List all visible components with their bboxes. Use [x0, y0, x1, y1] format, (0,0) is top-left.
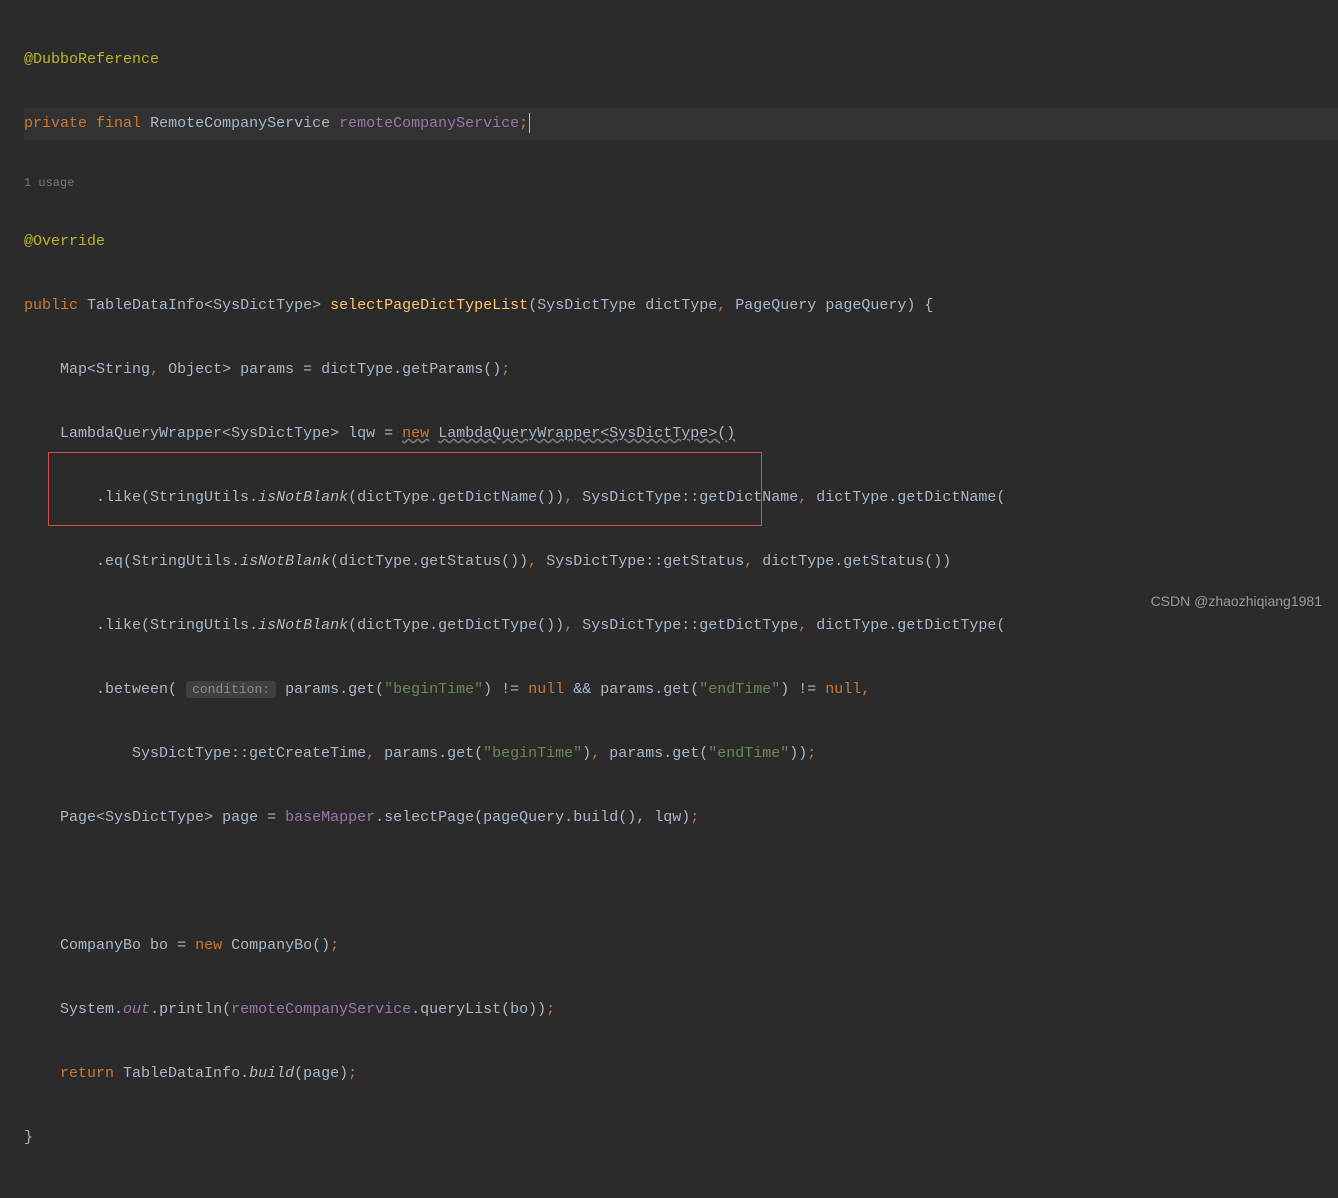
keyword: final [96, 115, 141, 132]
code-line[interactable]: Map<String, Object> params = dictType.ge… [24, 354, 1338, 386]
type: TableDataInfo [87, 297, 204, 314]
code-line[interactable]: Page<SysDictType> page = baseMapper.sele… [24, 802, 1338, 834]
static-field: out [123, 1001, 150, 1018]
annotation: @Override [24, 233, 105, 250]
usage-hint[interactable]: 1 usage [24, 172, 1338, 194]
keyword: private [24, 115, 87, 132]
code-editor[interactable]: @DubboReference private final RemoteComp… [0, 0, 1338, 1198]
code-line[interactable]: private final RemoteCompanyService remot… [24, 108, 1338, 140]
code-line[interactable]: System.out.println(remoteCompanyService.… [24, 994, 1338, 1026]
annotation: @DubboReference [24, 51, 159, 68]
code-line[interactable]: @Override [24, 226, 1338, 258]
space [141, 115, 150, 132]
watermark: CSDN @zhaozhiqiang1981 [1151, 593, 1322, 609]
code-line[interactable]: .like(StringUtils.isNotBlank(dictType.ge… [24, 610, 1338, 642]
code-line[interactable]: } [24, 1122, 1338, 1154]
code-line[interactable]: .like(StringUtils.isNotBlank(dictType.ge… [24, 482, 1338, 514]
code-line[interactable]: public TableDataInfo<SysDictType> select… [24, 290, 1338, 322]
code-line[interactable]: LambdaQueryWrapper<SysDictType> lqw = ne… [24, 418, 1338, 450]
field: baseMapper [285, 809, 375, 826]
code-line[interactable]: CompanyBo bo = new CompanyBo(); [24, 930, 1338, 962]
code-line[interactable]: @DubboReference [24, 44, 1338, 76]
code-line[interactable] [24, 866, 1338, 898]
keyword-new: new [402, 425, 429, 442]
type: RemoteCompanyService [150, 115, 330, 132]
code-line[interactable]: .between( condition: params.get("beginTi… [24, 674, 1338, 706]
code-line[interactable]: .eq(StringUtils.isNotBlank(dictType.getS… [24, 546, 1338, 578]
text-cursor [529, 113, 530, 133]
space [330, 115, 339, 132]
method-name: selectPageDictTypeList [330, 297, 528, 314]
code-line[interactable]: SysDictType::getCreateTime, params.get("… [24, 738, 1338, 770]
space [87, 115, 96, 132]
punct: ; [519, 115, 528, 132]
param-hint: condition: [186, 681, 276, 698]
field: remoteCompanyService [339, 115, 519, 132]
code-line[interactable]: return TableDataInfo.build(page); [24, 1058, 1338, 1090]
keyword: public [24, 297, 78, 314]
